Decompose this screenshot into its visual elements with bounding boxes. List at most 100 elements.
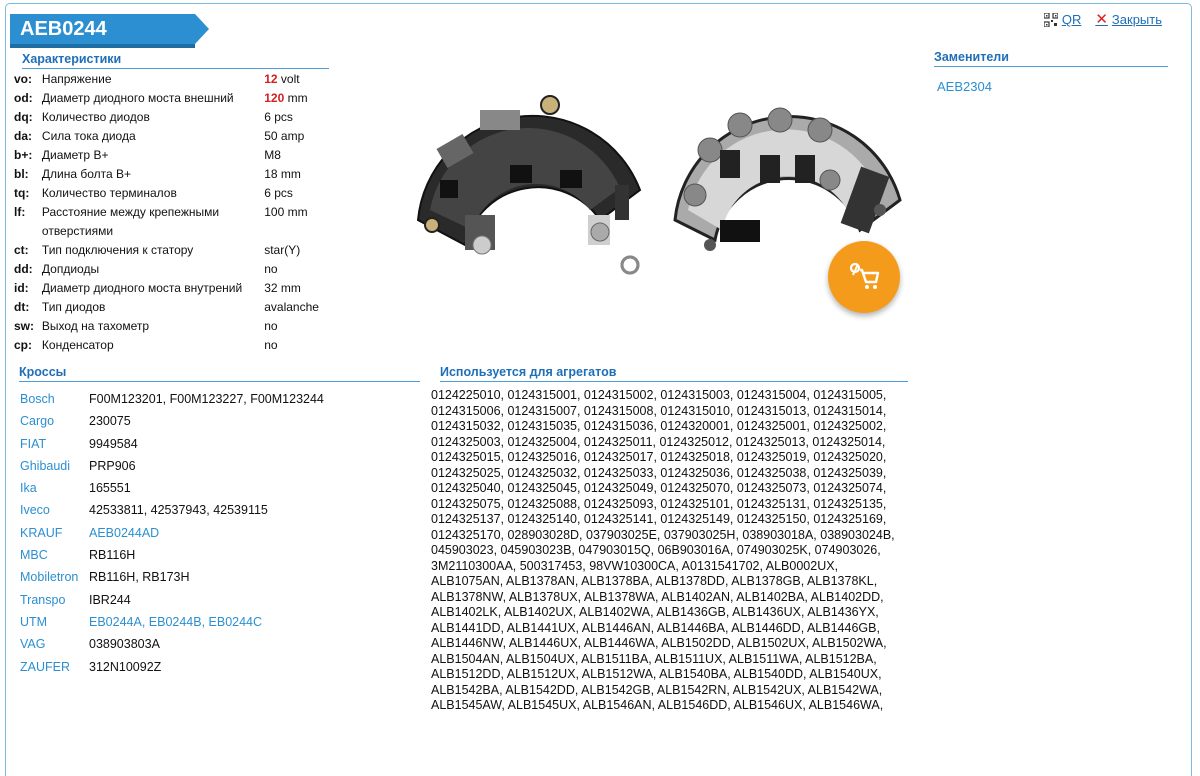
qr-link[interactable]: QR <box>1043 11 1081 28</box>
cross-brand-link[interactable]: Ika <box>20 477 89 499</box>
cross-brand-link[interactable]: UTM <box>20 611 89 633</box>
spec-value-unit: volt <box>277 72 300 86</box>
spec-value-number: avalanche <box>264 300 319 314</box>
cross-brand-link[interactable]: KRAUF <box>20 522 89 544</box>
cross-brand-link[interactable]: Bosch <box>20 388 89 410</box>
spec-row: dt: Тип диодов avalanche <box>14 298 334 317</box>
spec-name: Выход на тахометр <box>41 319 150 333</box>
usage-header: Используется для агрегатов <box>440 365 908 382</box>
cross-value: 038903803A <box>89 637 160 652</box>
cross-value-link[interactable]: EB0244A, EB0244B, EB0244C <box>89 611 262 633</box>
crosses-header: Кроссы <box>19 365 420 382</box>
cross-brand-link[interactable]: Mobiletron <box>20 566 89 588</box>
spec-row: cp: Конденсатор no <box>14 336 334 355</box>
spec-name: Количество терминалов <box>41 186 177 200</box>
spec-name: Допдиоды <box>41 262 100 276</box>
spec-value-number: no <box>264 338 278 352</box>
cross-row: Bosch F00M123201, F00M123227, F00M123244 <box>20 388 420 410</box>
cross-row: UTM EB0244A, EB0244B, EB0244C <box>20 611 420 633</box>
spec-code: cp: <box>14 338 32 352</box>
spec-value: no <box>264 260 334 279</box>
cross-row: VAG 038903803A <box>20 633 420 655</box>
spec-code: b+: <box>14 148 33 162</box>
spec-value-number: 18 mm <box>264 167 301 181</box>
add-to-cart-button[interactable] <box>828 241 900 313</box>
usage-list: 0124225010, 0124315001, 0124315002, 0124… <box>431 388 895 712</box>
spec-row: lf: Расстояние между крепежными отверстия… <box>14 203 334 241</box>
spec-value-number: 120 <box>264 91 285 105</box>
spec-code: bl: <box>14 167 29 181</box>
spec-code: dq: <box>14 110 33 124</box>
spec-name: Конденсатор <box>41 338 114 352</box>
cross-row: Mobiletron RB116H, RB173H <box>20 566 420 588</box>
spec-value: 6 pcs <box>264 184 334 203</box>
spec-row: da: Сила тока диода 50 amp <box>14 127 334 146</box>
specs-header: Характеристики <box>22 52 329 69</box>
cross-brand-link[interactable]: FIAT <box>20 433 89 455</box>
cross-row: ZAUFER 312N10092Z <box>20 656 420 678</box>
close-icon: ✕ <box>1095 10 1108 28</box>
cross-value: 230075 <box>89 414 131 429</box>
replacements-header: Заменители <box>934 50 1168 67</box>
spec-value: no <box>264 317 334 336</box>
spec-value-number: 50 amp <box>264 129 305 143</box>
cross-brand-link[interactable]: Transpo <box>20 589 89 611</box>
cross-value: 9949584 <box>89 436 138 451</box>
cross-row: MBC RB116H <box>20 544 420 566</box>
cart-icon <box>848 262 880 293</box>
spec-name: Количество диодов <box>41 110 150 124</box>
spec-code: sw: <box>14 319 35 333</box>
cross-row: Iveco 42533811, 42537943, 42539115 <box>20 499 420 521</box>
crosses-table: Bosch F00M123201, F00M123227, F00M123244 C… <box>20 388 420 678</box>
spec-name: Тип диодов <box>41 300 106 314</box>
spec-code: tq: <box>14 186 30 200</box>
cross-brand-link[interactable]: Cargo <box>20 410 89 432</box>
spec-code: vo: <box>14 72 32 86</box>
cross-row: Ghibaudi PRP906 <box>20 455 420 477</box>
spec-value: no <box>264 336 334 355</box>
spec-value: 100 mm <box>264 203 334 241</box>
cross-brand-link[interactable]: ZAUFER <box>20 656 89 678</box>
spec-value: star(Y) <box>264 241 334 260</box>
cross-link-text[interactable]: EB0244A, EB0244B, EB0244C <box>89 615 262 629</box>
close-link[interactable]: ✕ Закрыть <box>1095 10 1162 28</box>
spec-name: Диаметр B+ <box>41 148 109 162</box>
spec-row: ct: Тип подключения к статору star(Y) <box>14 241 334 260</box>
spec-code: lf: <box>14 205 26 219</box>
spec-name: Диаметр диодного моста внешний <box>41 91 234 105</box>
spec-row: od: Диаметр диодного моста внешний 120 mm <box>14 89 334 108</box>
spec-code: id: <box>14 281 29 295</box>
top-links: QR ✕ Закрыть <box>1043 10 1162 28</box>
spec-row: b+: Диаметр B+ M8 <box>14 146 334 165</box>
replacement-link[interactable]: AEB2304 <box>937 79 992 94</box>
cross-value: PRP906 <box>89 458 136 473</box>
cross-value: F00M123201, F00M123227, F00M123244 <box>89 392 324 406</box>
spec-row: dd: Допдиоды no <box>14 260 334 279</box>
cross-value: IBR244 <box>89 592 131 607</box>
cross-value: 42533811, 42537943, 42539115 <box>89 503 268 518</box>
cross-row: Ika 165551 <box>20 477 420 499</box>
spec-value: 18 mm <box>264 165 334 184</box>
cross-row: Cargo 230075 <box>20 410 420 432</box>
spec-value-number: 12 <box>264 72 278 86</box>
cross-row: KRAUF AEB0244AD <box>20 522 420 544</box>
cross-value-link[interactable]: AEB0244AD <box>89 522 159 544</box>
spec-row: dq: Количество диодов 6 pcs <box>14 108 334 127</box>
cross-brand-link[interactable]: VAG <box>20 633 89 655</box>
spec-value: 120 mm <box>264 89 334 108</box>
spec-code: dd: <box>14 262 33 276</box>
cross-brand-link[interactable]: MBC <box>20 544 89 566</box>
spec-name: Длина болта B+ <box>41 167 132 181</box>
spec-row: vo: Напряжение 12 volt <box>14 70 334 89</box>
spec-code: ct: <box>14 243 29 257</box>
cross-brand-link[interactable]: Ghibaudi <box>20 455 89 477</box>
close-label: Закрыть <box>1111 12 1162 27</box>
spec-name: Сила тока диода <box>41 129 136 143</box>
product-title: AEB0244 <box>10 14 209 48</box>
cross-brand-link[interactable]: Iveco <box>20 499 89 521</box>
spec-value-number: no <box>264 319 278 333</box>
spec-value-number: star(Y) <box>264 243 301 257</box>
spec-value-number: 6 pcs <box>264 110 293 124</box>
spec-value: 6 pcs <box>264 108 334 127</box>
cross-link-text[interactable]: AEB0244AD <box>89 526 159 540</box>
